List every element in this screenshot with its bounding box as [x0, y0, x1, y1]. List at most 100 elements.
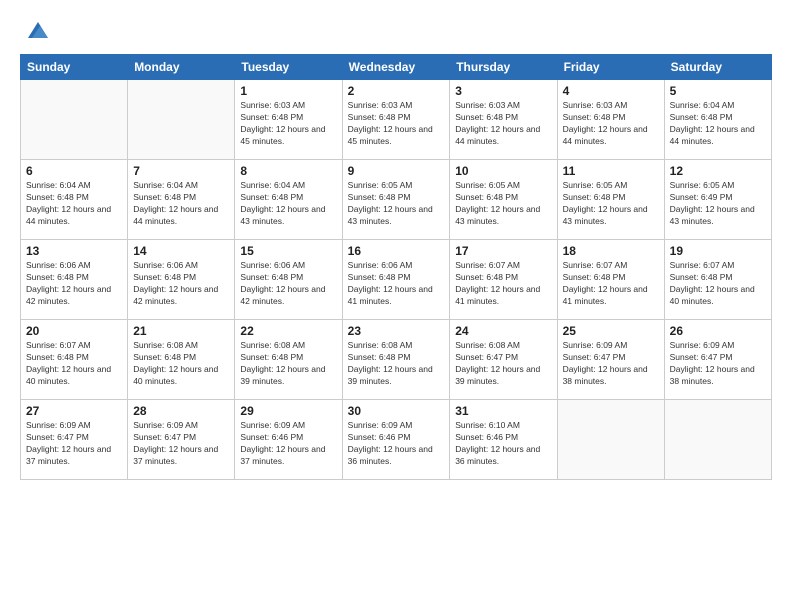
calendar-cell: 22 Sunrise: 6:08 AM Sunset: 6:48 PM Dayli… — [235, 320, 342, 400]
calendar-cell: 4 Sunrise: 6:03 AM Sunset: 6:48 PM Daylig… — [557, 80, 664, 160]
calendar-week-2: 6 Sunrise: 6:04 AM Sunset: 6:48 PM Daylig… — [21, 160, 772, 240]
day-info: Sunrise: 6:04 AM Sunset: 6:48 PM Dayligh… — [133, 180, 229, 228]
calendar-cell: 16Sunrise: 6:06 AM Sunset: 6:48 PM Dayli… — [342, 240, 450, 320]
day-number: 17 — [455, 244, 551, 258]
calendar-header-thursday: Thursday — [450, 55, 557, 80]
day-info: Sunrise: 6:05 AM Sunset: 6:48 PM Dayligh… — [455, 180, 551, 228]
day-number: 29 — [240, 404, 336, 418]
calendar-header-row: SundayMondayTuesdayWednesdayThursdayFrid… — [21, 55, 772, 80]
calendar-cell: 27 Sunrise: 6:09 AM Sunset: 6:47 PM Dayli… — [21, 400, 128, 480]
calendar-week-4: 20 Sunrise: 6:07 AM Sunset: 6:48 PM Dayli… — [21, 320, 772, 400]
calendar-cell: 31 Sunrise: 6:10 AM Sunset: 6:46 PM Dayli… — [450, 400, 557, 480]
calendar-cell: 8 Sunrise: 6:04 AM Sunset: 6:48 PM Daylig… — [235, 160, 342, 240]
calendar-cell: 1 Sunrise: 6:03 AM Sunset: 6:48 PM Daylig… — [235, 80, 342, 160]
day-number: 13 — [26, 244, 122, 258]
calendar-cell: 21 Sunrise: 6:08 AM Sunset: 6:48 PM Dayli… — [128, 320, 235, 400]
day-info: Sunrise: 6:06 AM Sunset: 6:48 PM Dayligh… — [26, 260, 122, 308]
calendar-cell: 6 Sunrise: 6:04 AM Sunset: 6:48 PM Daylig… — [21, 160, 128, 240]
calendar-cell: 19Sunrise: 6:07 AM Sunset: 6:48 PM Dayli… — [664, 240, 771, 320]
logo-icon — [24, 16, 52, 44]
day-number: 6 — [26, 164, 122, 178]
day-info: Sunrise: 6:06 AM Sunset: 6:48 PM Dayligh… — [133, 260, 229, 308]
calendar-cell: 9Sunrise: 6:05 AM Sunset: 6:48 PM Daylig… — [342, 160, 450, 240]
calendar-table: SundayMondayTuesdayWednesdayThursdayFrid… — [20, 54, 772, 480]
calendar-week-3: 13 Sunrise: 6:06 AM Sunset: 6:48 PM Dayli… — [21, 240, 772, 320]
day-info: Sunrise: 6:04 AM Sunset: 6:48 PM Dayligh… — [240, 180, 336, 228]
calendar-cell: 24 Sunrise: 6:08 AM Sunset: 6:47 PM Dayli… — [450, 320, 557, 400]
logo — [20, 16, 52, 44]
calendar-cell: 11 Sunrise: 6:05 AM Sunset: 6:48 PM Dayli… — [557, 160, 664, 240]
day-number: 24 — [455, 324, 551, 338]
day-info: Sunrise: 6:09 AM Sunset: 6:46 PM Dayligh… — [240, 420, 336, 468]
calendar-cell: 12 Sunrise: 6:05 AM Sunset: 6:49 PM Dayli… — [664, 160, 771, 240]
day-number: 18 — [563, 244, 659, 258]
calendar-header-monday: Monday — [128, 55, 235, 80]
calendar-cell — [557, 400, 664, 480]
calendar-cell: 15 Sunrise: 6:06 AM Sunset: 6:48 PM Dayli… — [235, 240, 342, 320]
day-number: 15 — [240, 244, 336, 258]
day-info: Sunrise: 6:07 AM Sunset: 6:48 PM Dayligh… — [670, 260, 766, 308]
calendar-cell: 5 Sunrise: 6:04 AM Sunset: 6:48 PM Daylig… — [664, 80, 771, 160]
calendar-cell: 23 Sunrise: 6:08 AM Sunset: 6:48 PM Dayli… — [342, 320, 450, 400]
calendar-cell — [21, 80, 128, 160]
day-number: 1 — [240, 84, 336, 98]
day-info: Sunrise: 6:05 AM Sunset: 6:49 PM Dayligh… — [670, 180, 766, 228]
calendar-cell: 13 Sunrise: 6:06 AM Sunset: 6:48 PM Dayli… — [21, 240, 128, 320]
calendar-header-sunday: Sunday — [21, 55, 128, 80]
day-number: 7 — [133, 164, 229, 178]
day-info: Sunrise: 6:08 AM Sunset: 6:48 PM Dayligh… — [133, 340, 229, 388]
day-number: 20 — [26, 324, 122, 338]
day-number: 2 — [348, 84, 445, 98]
calendar-cell — [128, 80, 235, 160]
calendar-cell: 18 Sunrise: 6:07 AM Sunset: 6:48 PM Dayli… — [557, 240, 664, 320]
calendar-cell: 14 Sunrise: 6:06 AM Sunset: 6:48 PM Dayli… — [128, 240, 235, 320]
day-number: 30 — [348, 404, 445, 418]
day-number: 5 — [670, 84, 766, 98]
day-info: Sunrise: 6:09 AM Sunset: 6:46 PM Dayligh… — [348, 420, 445, 468]
calendar-cell: 20 Sunrise: 6:07 AM Sunset: 6:48 PM Dayli… — [21, 320, 128, 400]
calendar-header-friday: Friday — [557, 55, 664, 80]
day-info: Sunrise: 6:04 AM Sunset: 6:48 PM Dayligh… — [26, 180, 122, 228]
day-info: Sunrise: 6:03 AM Sunset: 6:48 PM Dayligh… — [563, 100, 659, 148]
day-info: Sunrise: 6:06 AM Sunset: 6:48 PM Dayligh… — [240, 260, 336, 308]
day-info: Sunrise: 6:08 AM Sunset: 6:48 PM Dayligh… — [240, 340, 336, 388]
calendar-cell: 7 Sunrise: 6:04 AM Sunset: 6:48 PM Daylig… — [128, 160, 235, 240]
calendar-week-5: 27 Sunrise: 6:09 AM Sunset: 6:47 PM Dayli… — [21, 400, 772, 480]
calendar-cell: 29 Sunrise: 6:09 AM Sunset: 6:46 PM Dayli… — [235, 400, 342, 480]
day-number: 12 — [670, 164, 766, 178]
calendar-header-wednesday: Wednesday — [342, 55, 450, 80]
day-number: 4 — [563, 84, 659, 98]
day-info: Sunrise: 6:05 AM Sunset: 6:48 PM Dayligh… — [348, 180, 445, 228]
day-info: Sunrise: 6:03 AM Sunset: 6:48 PM Dayligh… — [240, 100, 336, 148]
day-number: 16 — [348, 244, 445, 258]
day-number: 31 — [455, 404, 551, 418]
day-number: 8 — [240, 164, 336, 178]
day-number: 11 — [563, 164, 659, 178]
day-info: Sunrise: 6:08 AM Sunset: 6:48 PM Dayligh… — [348, 340, 445, 388]
day-number: 14 — [133, 244, 229, 258]
day-info: Sunrise: 6:07 AM Sunset: 6:48 PM Dayligh… — [563, 260, 659, 308]
day-number: 23 — [348, 324, 445, 338]
day-info: Sunrise: 6:09 AM Sunset: 6:47 PM Dayligh… — [26, 420, 122, 468]
day-info: Sunrise: 6:09 AM Sunset: 6:47 PM Dayligh… — [133, 420, 229, 468]
calendar-cell — [664, 400, 771, 480]
calendar-cell: 17 Sunrise: 6:07 AM Sunset: 6:48 PM Dayli… — [450, 240, 557, 320]
day-number: 21 — [133, 324, 229, 338]
calendar-header-saturday: Saturday — [664, 55, 771, 80]
day-number: 28 — [133, 404, 229, 418]
calendar-cell: 2Sunrise: 6:03 AM Sunset: 6:48 PM Daylig… — [342, 80, 450, 160]
day-info: Sunrise: 6:04 AM Sunset: 6:48 PM Dayligh… — [670, 100, 766, 148]
day-info: Sunrise: 6:07 AM Sunset: 6:48 PM Dayligh… — [455, 260, 551, 308]
calendar-cell: 28 Sunrise: 6:09 AM Sunset: 6:47 PM Dayli… — [128, 400, 235, 480]
calendar-week-1: 1 Sunrise: 6:03 AM Sunset: 6:48 PM Daylig… — [21, 80, 772, 160]
day-number: 22 — [240, 324, 336, 338]
day-info: Sunrise: 6:10 AM Sunset: 6:46 PM Dayligh… — [455, 420, 551, 468]
day-info: Sunrise: 6:08 AM Sunset: 6:47 PM Dayligh… — [455, 340, 551, 388]
calendar-cell: 26Sunrise: 6:09 AM Sunset: 6:47 PM Dayli… — [664, 320, 771, 400]
day-info: Sunrise: 6:07 AM Sunset: 6:48 PM Dayligh… — [26, 340, 122, 388]
calendar-cell: 3Sunrise: 6:03 AM Sunset: 6:48 PM Daylig… — [450, 80, 557, 160]
day-info: Sunrise: 6:05 AM Sunset: 6:48 PM Dayligh… — [563, 180, 659, 228]
day-number: 3 — [455, 84, 551, 98]
day-number: 27 — [26, 404, 122, 418]
calendar-cell: 25Sunrise: 6:09 AM Sunset: 6:47 PM Dayli… — [557, 320, 664, 400]
